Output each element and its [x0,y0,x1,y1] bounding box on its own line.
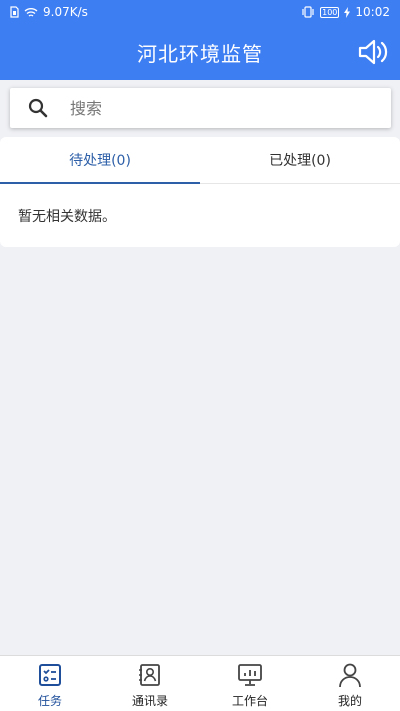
task-card: 待处理(0) 已处理(0) 暂无相关数据。 [0,137,400,247]
task-icon [39,664,61,686]
profile-icon [339,663,361,688]
bottom-nav: 任务 通讯录 工作台 我的 [0,655,400,711]
wifi-icon [24,7,38,18]
tab-processed[interactable]: 已处理(0) [200,137,400,183]
search-bar[interactable] [10,88,391,128]
sim-icon [10,6,19,18]
nav-item-tasks[interactable]: 任务 [0,656,100,711]
nav-label-contacts: 通讯录 [131,694,168,708]
search-icon[interactable] [28,98,48,118]
net-speed: 9.07K/s [43,5,88,19]
app-bar: 河北环境监管 [0,24,400,80]
vibrate-icon [301,6,315,18]
tab-indicator [0,182,200,184]
nav-item-contacts[interactable]: 通讯录 [100,656,200,711]
workbench-icon [238,664,262,686]
search-input[interactable] [70,98,350,118]
battery-level: 100 [320,6,340,18]
charging-icon [344,6,351,18]
contacts-icon [139,664,160,686]
nav-label-workbench: 工作台 [231,694,268,708]
speaker-icon [358,39,388,65]
tab-bar: 待处理(0) 已处理(0) [0,137,400,184]
status-left: 9.07K/s [10,5,88,19]
status-right: 100 10:02 [301,5,390,19]
nav-label-profile: 我的 [337,694,362,708]
page-title: 河北环境监管 [137,41,263,66]
status-bar: 9.07K/s 100 10:02 [0,0,400,24]
nav-item-workbench[interactable]: 工作台 [200,656,300,711]
nav-label-tasks: 任务 [37,694,62,708]
clock: 10:02 [355,5,390,19]
sound-button[interactable] [356,36,390,68]
empty-message: 暂无相关数据。 [18,209,116,225]
nav-item-profile[interactable]: 我的 [300,656,400,711]
tab-pending[interactable]: 待处理(0) [0,137,200,183]
